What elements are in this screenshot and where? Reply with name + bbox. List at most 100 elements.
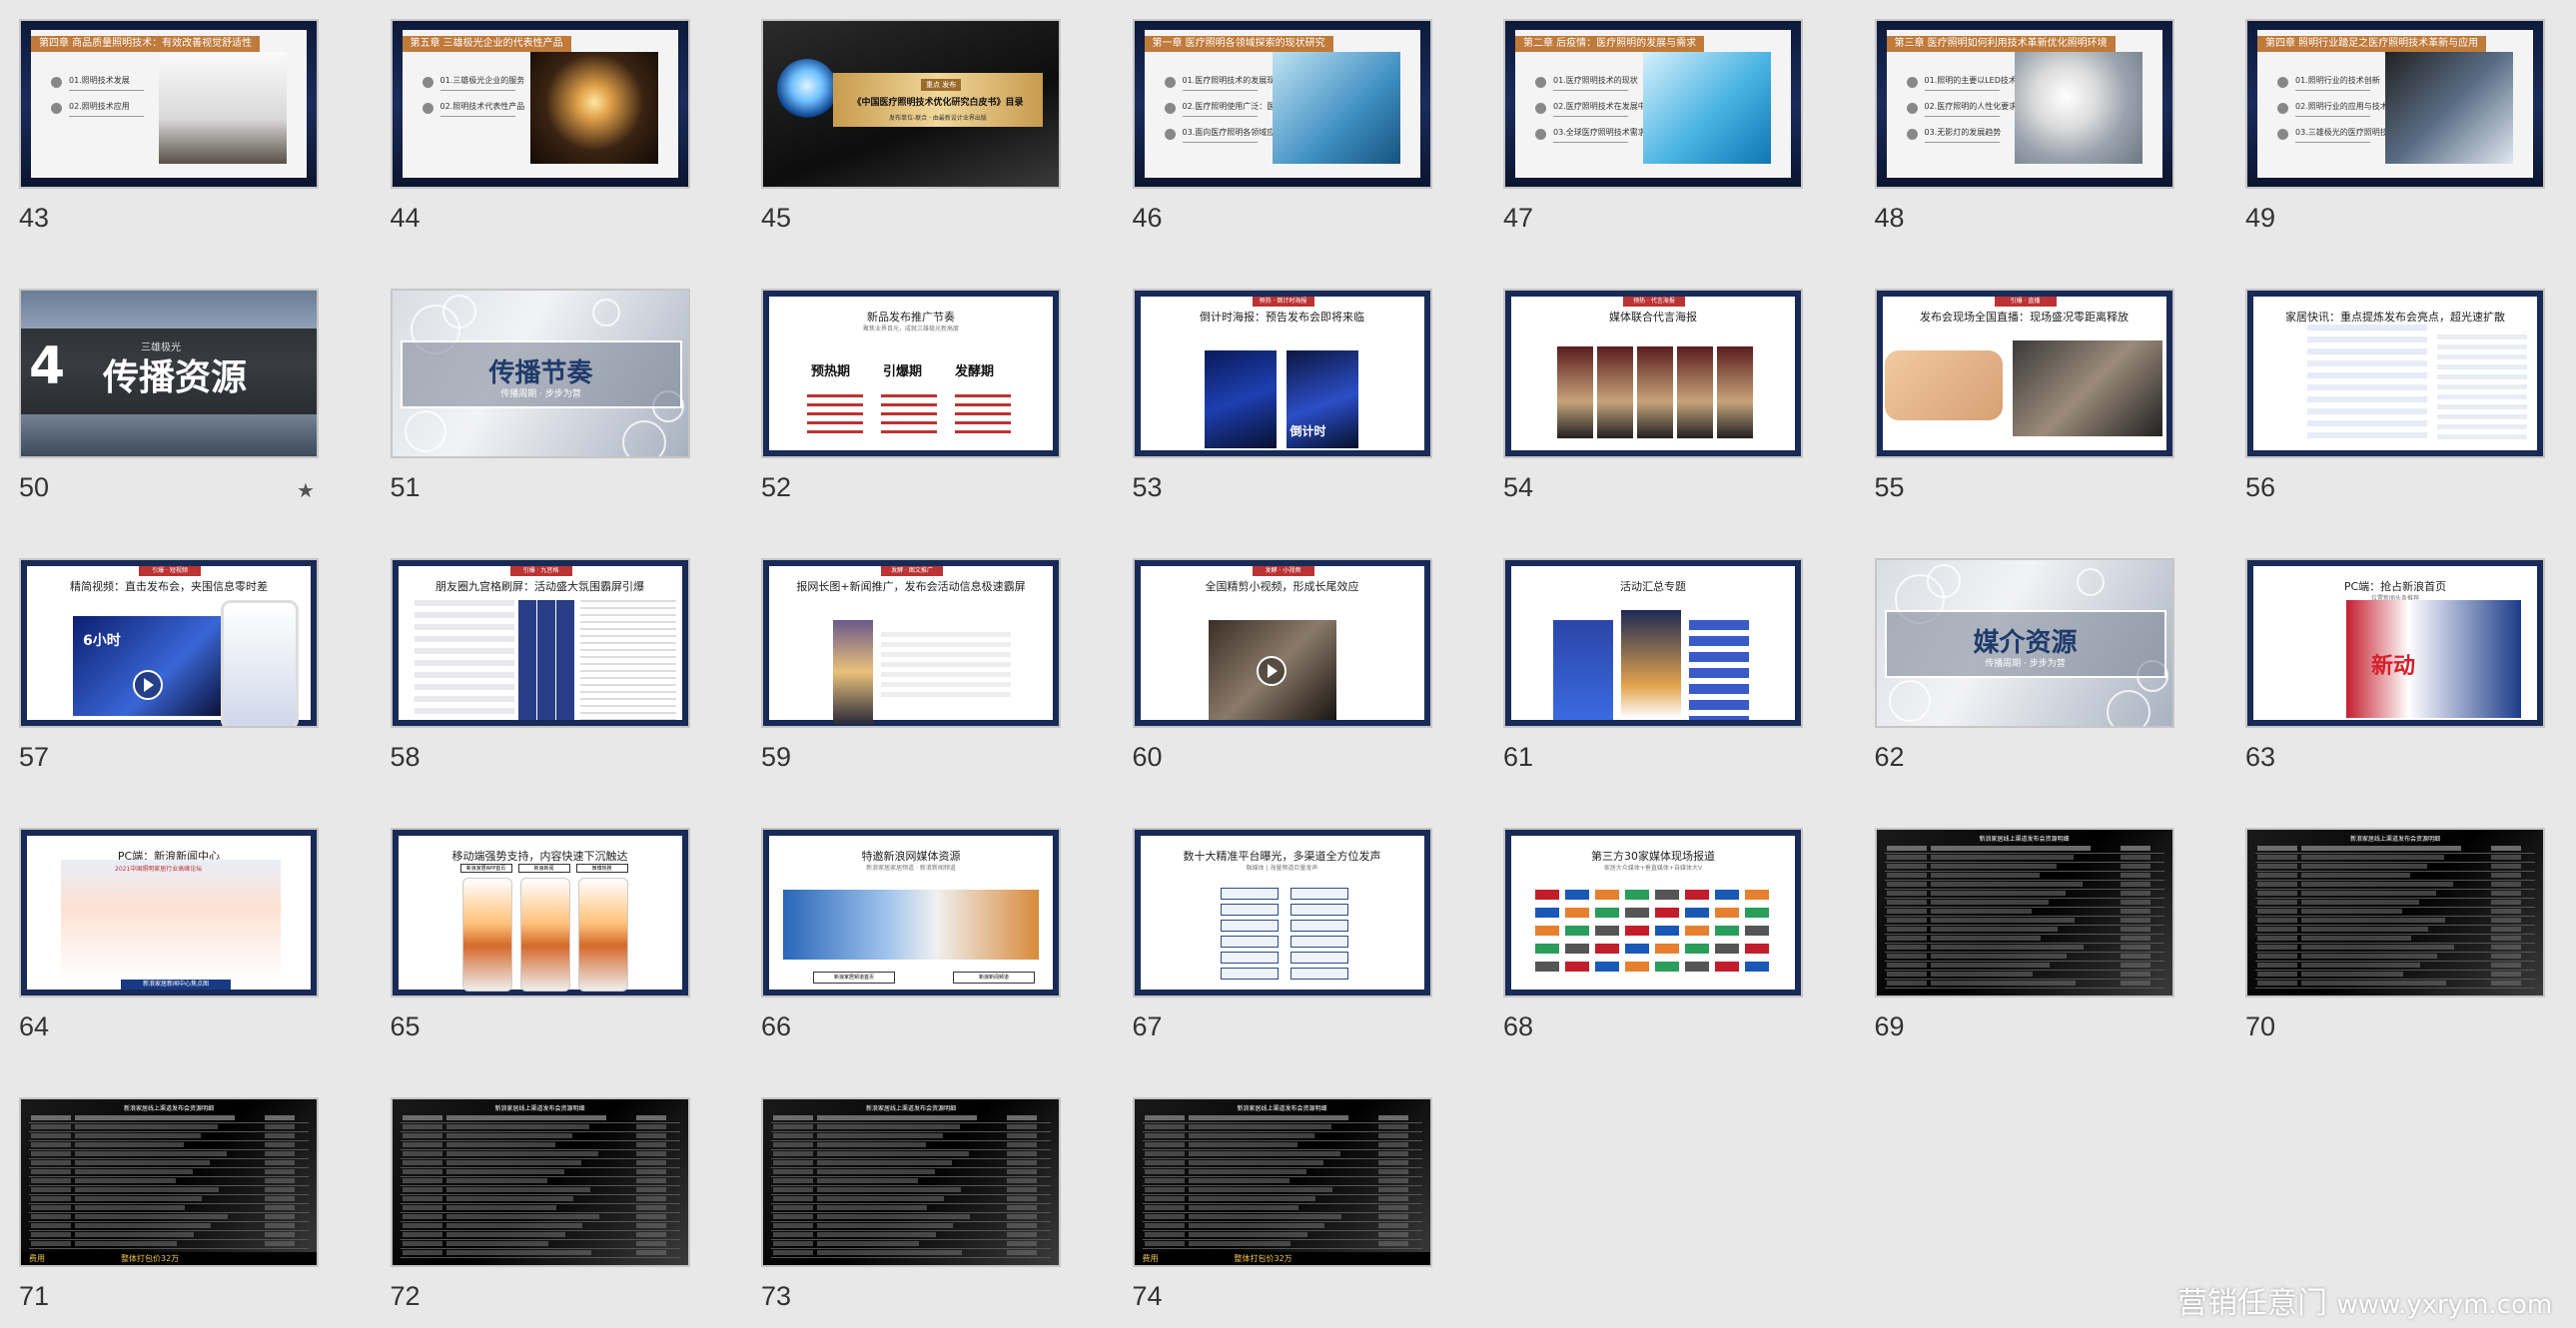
slide-thumbnail[interactable]: 第四章 照明行业踏足之医疗照明技术革新与应用 01.照明行业的技术创新 02.照明行…	[2245, 19, 2545, 189]
slide-thumbnail[interactable]: 新浪家居线上渠道发布会资源明细 费用 整体打包价32万	[19, 1097, 319, 1267]
slide-thumbnail-cell[interactable]: 发酵 · 图文推广 报网长图+新闻推广，发布会活动信息极速霸屏 59	[761, 558, 1061, 772]
slide-thumbnail[interactable]: 引爆 · 九宫格 朋友圈九宫格刷屏：活动盛大氛围霸屏引爆	[390, 558, 690, 728]
table-cell	[2301, 846, 2461, 851]
slide-thumbnail-cell[interactable]: 发酵 · 小视频 全国精剪小视频，形成长尾效应 60	[1132, 558, 1432, 772]
table-cell	[2491, 981, 2521, 986]
table-cell	[445, 1205, 556, 1210]
slide-thumbnail-cell[interactable]: 新浪家居线上渠道发布会资源明细 费用 整体打包价32万 71	[19, 1097, 319, 1311]
slide-thumbnail[interactable]: 第二章 后疫情：医疗照明的发展与需求 01.医疗照明技术的现状 02.医疗照明技术在…	[1503, 19, 1803, 189]
slide-thumbnail-cell[interactable]: 第四章 商品质量照明技术：有效改善视觉舒适性 01.照明技术发展 02.照明技术应用…	[19, 19, 319, 233]
slide-thumbnail[interactable]: 传播节奏 传播周期 · 步步为营	[390, 289, 690, 458]
slide-thumbnail-cell[interactable]: 新品发布推广节奏 聚焦业界目光，成就三雄极光新高度 预热期 引爆期 发酵期 52	[761, 289, 1061, 502]
slide-thumbnail[interactable]: PC端：抢占新浪首页 位置新闻头条推荐 新动	[2245, 558, 2545, 728]
slide-thumbnail-cell[interactable]: 第四章 照明行业踏足之医疗照明技术革新与应用 01.照明行业的技术创新 02.照明行…	[2245, 19, 2545, 233]
slide-thumbnail-cell[interactable]: 引爆 · 九宫格 朋友圈九宫格刷屏：活动盛大氛围霸屏引爆 58	[390, 558, 690, 772]
slide-thumbnail-cell[interactable]: 引爆 · 短视频 精简视频：直击发布会，夹围信息零时差 6小时 57	[19, 558, 319, 772]
slide-thumbnail[interactable]: 预热 · 代言海报 媒体联合代言海报	[1503, 289, 1803, 458]
slide-thumbnail-cell[interactable]: 新浪家居线上渠道发布会资源明细 费用 整体打包价32万 74	[1132, 1097, 1432, 1311]
slide-thumbnail[interactable]: 第四章 商品质量照明技术：有效改善视觉舒适性 01.照明技术发展 02.照明技术应用	[19, 19, 319, 189]
slide-thumbnail-cell[interactable]: 活动汇总专题 61	[1503, 558, 1803, 772]
title-box: 传播节奏 传播周期 · 步步为营	[400, 340, 682, 408]
slide-thumbnail[interactable]: 活动汇总专题	[1503, 558, 1803, 728]
table-cell	[773, 1115, 813, 1120]
table-cell	[2257, 909, 2297, 914]
table-cell	[1188, 1169, 1306, 1174]
table-cell	[1007, 1115, 1037, 1120]
slide-thumbnail[interactable]: 重点 发布 《中国医疗照明技术优化研究白皮书》目录 发布单位-联合 · 由最新设计业…	[761, 19, 1061, 189]
slide-thumbnail-cell[interactable]: 第三章 医疗照明如何利用技术革新优化照明环境 01.照明的主要以LED技术 02.医…	[1874, 19, 2174, 233]
table-cell	[1144, 1214, 1185, 1219]
slide-thumbnail-cell[interactable]: 新浪家居线上渠道发布会资源明细 72	[390, 1097, 690, 1311]
slide-thumbnail-cell[interactable]: 传播节奏 传播周期 · 步步为营 51	[390, 289, 690, 502]
slide-thumbnail-cell[interactable]: 第二章 后疫情：医疗照明的发展与需求 01.医疗照明技术的现状 02.医疗照明技术在…	[1503, 19, 1803, 233]
slide-thumbnail-cell[interactable]: 预热 · 代言海报 媒体联合代言海报 54	[1503, 289, 1803, 502]
slide-thumbnail[interactable]: 新浪家居线上渠道发布会资源明细	[761, 1097, 1061, 1267]
table-cell	[773, 1169, 813, 1174]
table-cell	[635, 1205, 666, 1210]
slide-thumbnail-cell[interactable]: 引爆 · 直播 发布会现场全国直播：现场盛况零距离释放 55	[1874, 289, 2174, 502]
slide-thumbnail[interactable]: 预热 · 倒计时海报 倒计时海报：预告发布会即将来临 倒计时	[1132, 289, 1432, 458]
table-cell	[817, 1169, 935, 1174]
slide-thumbnail[interactable]: 4 三雄极光 传播资源	[19, 289, 319, 458]
slide-thumbnail-cell[interactable]: 重点 发布 《中国医疗照明技术优化研究白皮书》目录 发布单位-联合 · 由最新设计业…	[761, 19, 1061, 233]
table-cell	[1377, 1115, 1408, 1120]
chapter-list-item: 02.医疗照明技术在发展中发展	[1535, 100, 1662, 126]
table-cell	[1930, 963, 2050, 968]
slide-thumbnail-cell[interactable]: 新浪家居线上渠道发布会资源明细 70	[2245, 828, 2545, 1041]
media-logo	[1565, 962, 1589, 972]
table-cell	[2257, 855, 2297, 860]
chapter-item-label: 02.照明行业的应用与技术	[2295, 102, 2388, 111]
slide-thumbnail-cell[interactable]: 4 三雄极光 传播资源 50 ★	[19, 289, 319, 502]
slide-thumbnail[interactable]: 家居快讯：重点提炼发布会亮点，超光速扩散	[2245, 289, 2545, 458]
slide-thumbnail-cell[interactable]: 家居快讯：重点提炼发布会亮点，超光速扩散 56	[2245, 289, 2545, 502]
table-cell	[402, 1205, 442, 1210]
slide-thumbnail[interactable]: 发酵 · 图文推广 报网长图+新闻推广，发布会活动信息极速霸屏	[761, 558, 1061, 728]
slide-thumbnail-cell[interactable]: 新浪家居线上渠道发布会资源明细 73	[761, 1097, 1061, 1311]
slide-thumbnail[interactable]: 新品发布推广节奏 聚焦业界目光，成就三雄极光新高度 预热期 引爆期 发酵期	[761, 289, 1061, 458]
slide-thumbnail-cell[interactable]: 第三方30家媒体现场报道 家居大众媒体+垂直媒体+自媒体大V 68	[1503, 828, 1803, 1041]
play-icon[interactable]	[133, 670, 163, 700]
chapter-list-item: 01.医疗照明技术的现状	[1535, 74, 1650, 100]
slide-headline: 数十大精准平台曝光，多渠道全方位发声	[1183, 850, 1381, 863]
slide-thumbnail[interactable]: 媒介资源 传播周期 · 步步为营	[1874, 558, 2174, 728]
slide-thumbnail[interactable]: 特邀新浪网媒体资源 新浪家居家居频道 · 新浪新闻频道 新浪家居频道首页 新浪新闻频道	[761, 828, 1061, 997]
ring-decoration	[1888, 680, 1931, 722]
table-cell	[1007, 1187, 1037, 1192]
slide-thumbnail[interactable]: 引爆 · 短视频 精简视频：直击发布会，夹围信息零时差 6小时	[19, 558, 319, 728]
media-logo	[1625, 908, 1649, 918]
slide-thumbnail-cell[interactable]: 特邀新浪网媒体资源 新浪家居家居频道 · 新浪新闻频道 新浪家居频道首页 新浪新闻频道…	[761, 828, 1061, 1041]
slide-headline: 活动汇总专题	[1620, 580, 1686, 593]
slide-thumbnail[interactable]: 新浪家居线上渠道发布会资源明细	[1874, 828, 2174, 997]
channel-label: 新浪家居频道首页	[813, 972, 895, 984]
media-logo	[1625, 890, 1649, 900]
slide-thumbnail-cell[interactable]: 预热 · 倒计时海报 倒计时海报：预告发布会即将来临 倒计时 53	[1132, 289, 1432, 502]
slide-thumbnail[interactable]: 新浪家居线上渠道发布会资源明细 费用 整体打包价32万	[1132, 1097, 1432, 1267]
slide-thumbnail[interactable]: 第五章 三雄极光企业的代表性产品 01.三雄极光企业的服务 02.照明技术代表性产品	[390, 19, 690, 189]
slide-thumbnail[interactable]: 第三方30家媒体现场报道 家居大众媒体+垂直媒体+自媒体大V	[1503, 828, 1803, 997]
table-cell	[773, 1223, 813, 1228]
table-cell	[1886, 936, 1927, 941]
slide-thumbnail-cell[interactable]: 媒介资源 传播周期 · 步步为营 62	[1874, 558, 2174, 772]
table-cell	[2301, 864, 2427, 869]
table-cell	[445, 1142, 555, 1147]
slide-thumbnail-cell[interactable]: PC端：新浪新闻中心 2021中国照明家居行业高峰论坛 新浪家居新闻中心焦点图 64	[19, 828, 319, 1041]
table-cell	[31, 1178, 71, 1183]
slide-thumbnail-cell[interactable]: 第五章 三雄极光企业的代表性产品 01.三雄极光企业的服务 02.照明技术代表性产品…	[390, 19, 690, 233]
news-screenshot	[2307, 325, 2427, 444]
slide-thumbnail[interactable]: 引爆 · 直播 发布会现场全国直播：现场盛况零距离释放	[1874, 289, 2174, 458]
slide-thumbnail[interactable]: PC端：新浪新闻中心 2021中国照明家居行业高峰论坛 新浪家居新闻中心焦点图	[19, 828, 319, 997]
slide-thumbnail[interactable]: 发酵 · 小视频 全国精剪小视频，形成长尾效应	[1132, 558, 1432, 728]
slide-thumbnail[interactable]: 新浪家居线上渠道发布会资源明细	[2245, 828, 2545, 997]
slide-thumbnail-cell[interactable]: 移动端强势支持，内容快速下沉触达 新浪家居APP首页 新浪新闻 微博热搜 65	[390, 828, 690, 1041]
slide-thumbnail-cell[interactable]: 第一章 医疗照明各领域探索的现状研究 01.医疗照明技术的发展现状 02.医疗照明使…	[1132, 19, 1432, 233]
slide-thumbnail[interactable]: 移动端强势支持，内容快速下沉触达 新浪家居APP首页 新浪新闻 微博热搜	[390, 828, 690, 997]
table-cell	[817, 1124, 960, 1129]
play-icon[interactable]	[1256, 656, 1287, 686]
slide-thumbnail[interactable]: 第三章 医疗照明如何利用技术革新优化照明环境 01.照明的主要以LED技术 02.医…	[1874, 19, 2174, 189]
slide-thumbnail[interactable]: 新浪家居线上渠道发布会资源明细	[390, 1097, 690, 1267]
slide-thumbnail[interactable]: 数十大精准平台曝光，多渠道全方位发声 融媒体 | 海量频道巨量发声	[1132, 828, 1432, 997]
slide-thumbnail-cell[interactable]: 数十大精准平台曝光，多渠道全方位发声 融媒体 | 海量频道巨量发声 67	[1132, 828, 1432, 1041]
slide-thumbnail-cell[interactable]: PC端：抢占新浪首页 位置新闻头条推荐 新动 63	[2245, 558, 2545, 772]
slide-thumbnail-cell[interactable]: 新浪家居线上渠道发布会资源明细 69	[1874, 828, 2174, 1041]
slide-thumbnail[interactable]: 第一章 医疗照明各领域探索的现状研究 01.医疗照明技术的发展现状 02.医疗照明使…	[1132, 19, 1432, 189]
